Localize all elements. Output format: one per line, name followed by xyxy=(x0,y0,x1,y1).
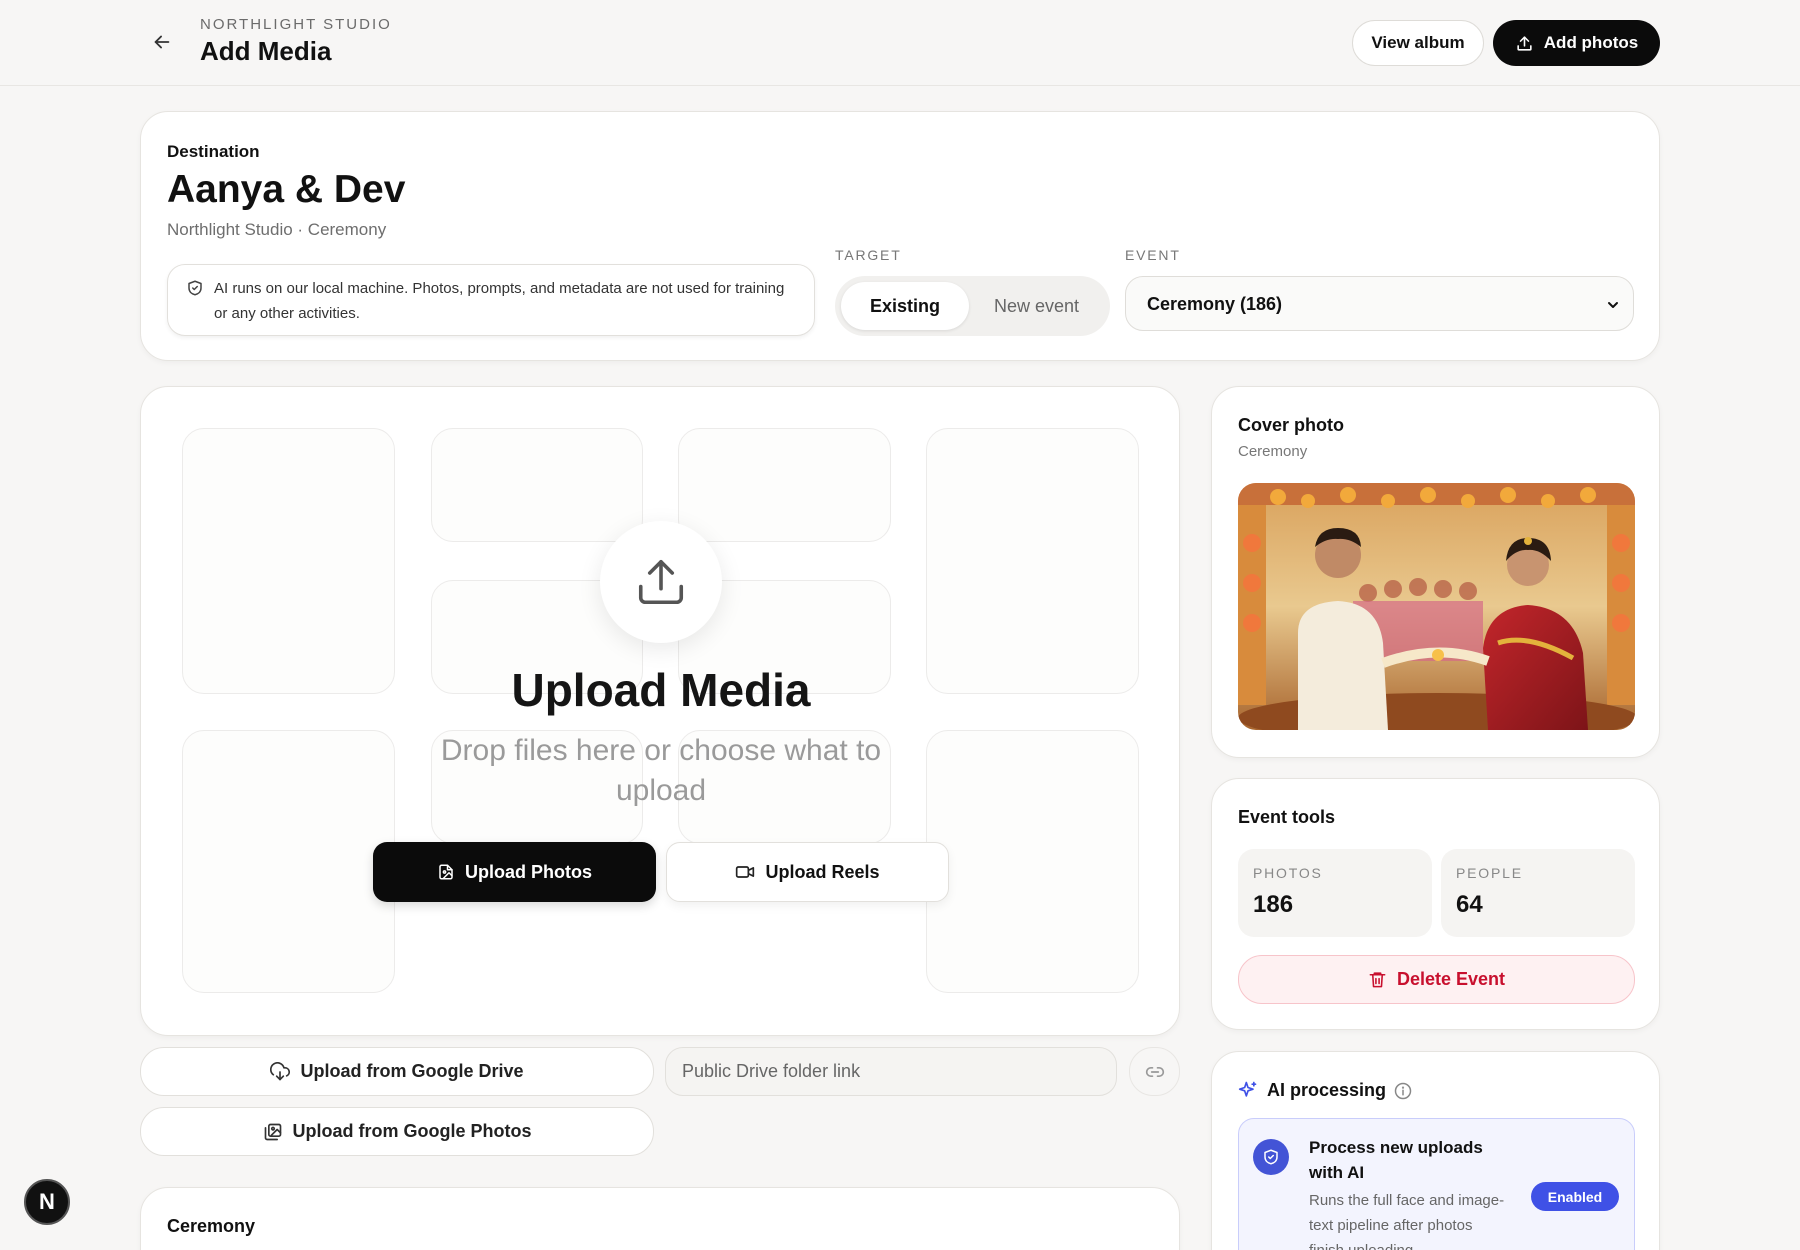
people-stat-value: 64 xyxy=(1456,891,1483,918)
event-tools-card: Event tools PHOTOS 186 PEOPLE 64 Delete … xyxy=(1211,778,1660,1030)
view-album-button[interactable]: View album xyxy=(1352,20,1484,66)
dev-badge-letter: N xyxy=(39,1189,55,1214)
cover-photo-title: Cover photo xyxy=(1238,415,1344,435)
view-album-label: View album xyxy=(1371,33,1465,52)
event-tools-title: Event tools xyxy=(1238,807,1336,827)
arrow-left-icon xyxy=(154,35,170,49)
photos-stat-value: 186 xyxy=(1253,891,1294,918)
upload-icon xyxy=(1517,35,1532,51)
delete-event-label: Delete Event xyxy=(1396,969,1506,989)
back-button[interactable] xyxy=(146,26,178,58)
destination-subtitle: Northlight Studio · Ceremony xyxy=(167,220,387,239)
cover-photo-card: Cover photo Ceremony xyxy=(1211,386,1660,758)
shield-check-icon xyxy=(1264,1149,1278,1165)
drive-link-input[interactable] xyxy=(666,1048,1116,1095)
upload-description: Drop files here or choose what to upload xyxy=(440,734,882,807)
page-title: Add Media xyxy=(200,36,332,66)
placeholder-tile xyxy=(182,428,395,694)
cover-photo-subtitle: Ceremony xyxy=(1238,443,1308,460)
drive-link-field[interactable] xyxy=(665,1047,1117,1096)
ai-option-description: Runs the full face and image-text pipeli… xyxy=(1309,1192,1505,1250)
cover-photo-illustration xyxy=(1238,483,1635,730)
shield-check-icon xyxy=(188,280,202,296)
chevron-down-icon xyxy=(1608,302,1618,308)
cover-photo-image[interactable] xyxy=(1238,483,1635,730)
upload-dropzone[interactable]: Upload Media Drop files here or choose w… xyxy=(140,386,1180,1036)
upload-photos-button[interactable]: Upload Photos xyxy=(373,842,656,902)
ai-process-option: Process new uploads with AI Runs the ful… xyxy=(1238,1118,1635,1250)
target-segmented-control: Existing New event xyxy=(835,276,1110,336)
google-photos-label: Upload from Google Photos xyxy=(292,1121,532,1141)
ai-option-title: Process new uploads with AI xyxy=(1309,1138,1483,1182)
ai-processing-title: AI processing xyxy=(1267,1080,1387,1100)
destination-title: Aanya & Dev xyxy=(167,168,406,211)
ai-shield-badge xyxy=(1253,1139,1289,1175)
placeholder-tile xyxy=(926,730,1139,993)
upload-reels-button[interactable]: Upload Reels xyxy=(666,842,949,902)
google-drive-label: Upload from Google Drive xyxy=(300,1061,524,1081)
drive-link-button[interactable] xyxy=(1129,1047,1180,1096)
video-camera-icon xyxy=(736,866,755,878)
dev-badge[interactable]: N xyxy=(24,1179,70,1225)
privacy-text: AI runs on our local machine. Photos, pr… xyxy=(214,280,785,322)
event-label: EVENT xyxy=(1125,247,1181,263)
link-icon xyxy=(1145,1066,1164,1077)
gallery-icon xyxy=(264,1123,281,1140)
photos-stat-label: PHOTOS xyxy=(1253,865,1323,881)
app-header: NORTHLIGHT STUDIO Add Media View album A… xyxy=(0,0,1800,86)
info-icon[interactable] xyxy=(1394,1082,1412,1100)
ai-enabled-toggle[interactable]: Enabled xyxy=(1531,1182,1619,1211)
placeholder-tile xyxy=(431,428,643,542)
add-photos-button[interactable]: Add photos xyxy=(1493,20,1660,66)
upload-reels-label: Upload Reels xyxy=(765,861,880,882)
image-file-icon xyxy=(439,864,453,880)
upload-photos-label: Upload Photos xyxy=(465,861,592,882)
delete-event-button[interactable]: Delete Event xyxy=(1238,955,1635,1004)
destination-label: Destination xyxy=(167,142,260,161)
placeholder-tile xyxy=(182,730,395,993)
target-existing-option[interactable]: Existing xyxy=(841,282,969,330)
target-label: TARGET xyxy=(835,247,902,263)
sparkle-icon xyxy=(1238,1081,1257,1097)
event-select[interactable]: Ceremony (186) xyxy=(1125,276,1634,331)
destination-card: Destination Aanya & Dev Northlight Studi… xyxy=(140,111,1660,361)
placeholder-tile xyxy=(678,428,891,542)
studio-name: NORTHLIGHT STUDIO xyxy=(200,16,392,33)
trash-icon xyxy=(1369,972,1386,988)
target-new-event-option[interactable]: New event xyxy=(969,282,1104,330)
ceremony-section-title: Ceremony xyxy=(167,1216,256,1236)
photos-stat: PHOTOS 186 xyxy=(1238,849,1432,937)
upload-google-drive-button[interactable]: Upload from Google Drive xyxy=(140,1047,654,1096)
ceremony-section-card: Ceremony xyxy=(140,1187,1180,1250)
upload-google-photos-button[interactable]: Upload from Google Photos xyxy=(140,1107,654,1156)
cloud-download-icon xyxy=(270,1061,291,1080)
privacy-notice: AI runs on our local machine. Photos, pr… xyxy=(167,264,815,336)
upload-icon xyxy=(638,559,684,605)
placeholder-tile xyxy=(926,428,1139,694)
upload-title: Upload Media xyxy=(511,664,811,716)
event-select-value: Ceremony (186) xyxy=(1147,294,1283,314)
people-stat-label: PEOPLE xyxy=(1456,865,1523,881)
add-photos-label: Add photos xyxy=(1543,33,1639,52)
upload-icon-circle xyxy=(600,521,722,643)
people-stat: PEOPLE 64 xyxy=(1441,849,1635,937)
ai-processing-card: AI processing Process new uploads with A… xyxy=(1211,1051,1660,1250)
